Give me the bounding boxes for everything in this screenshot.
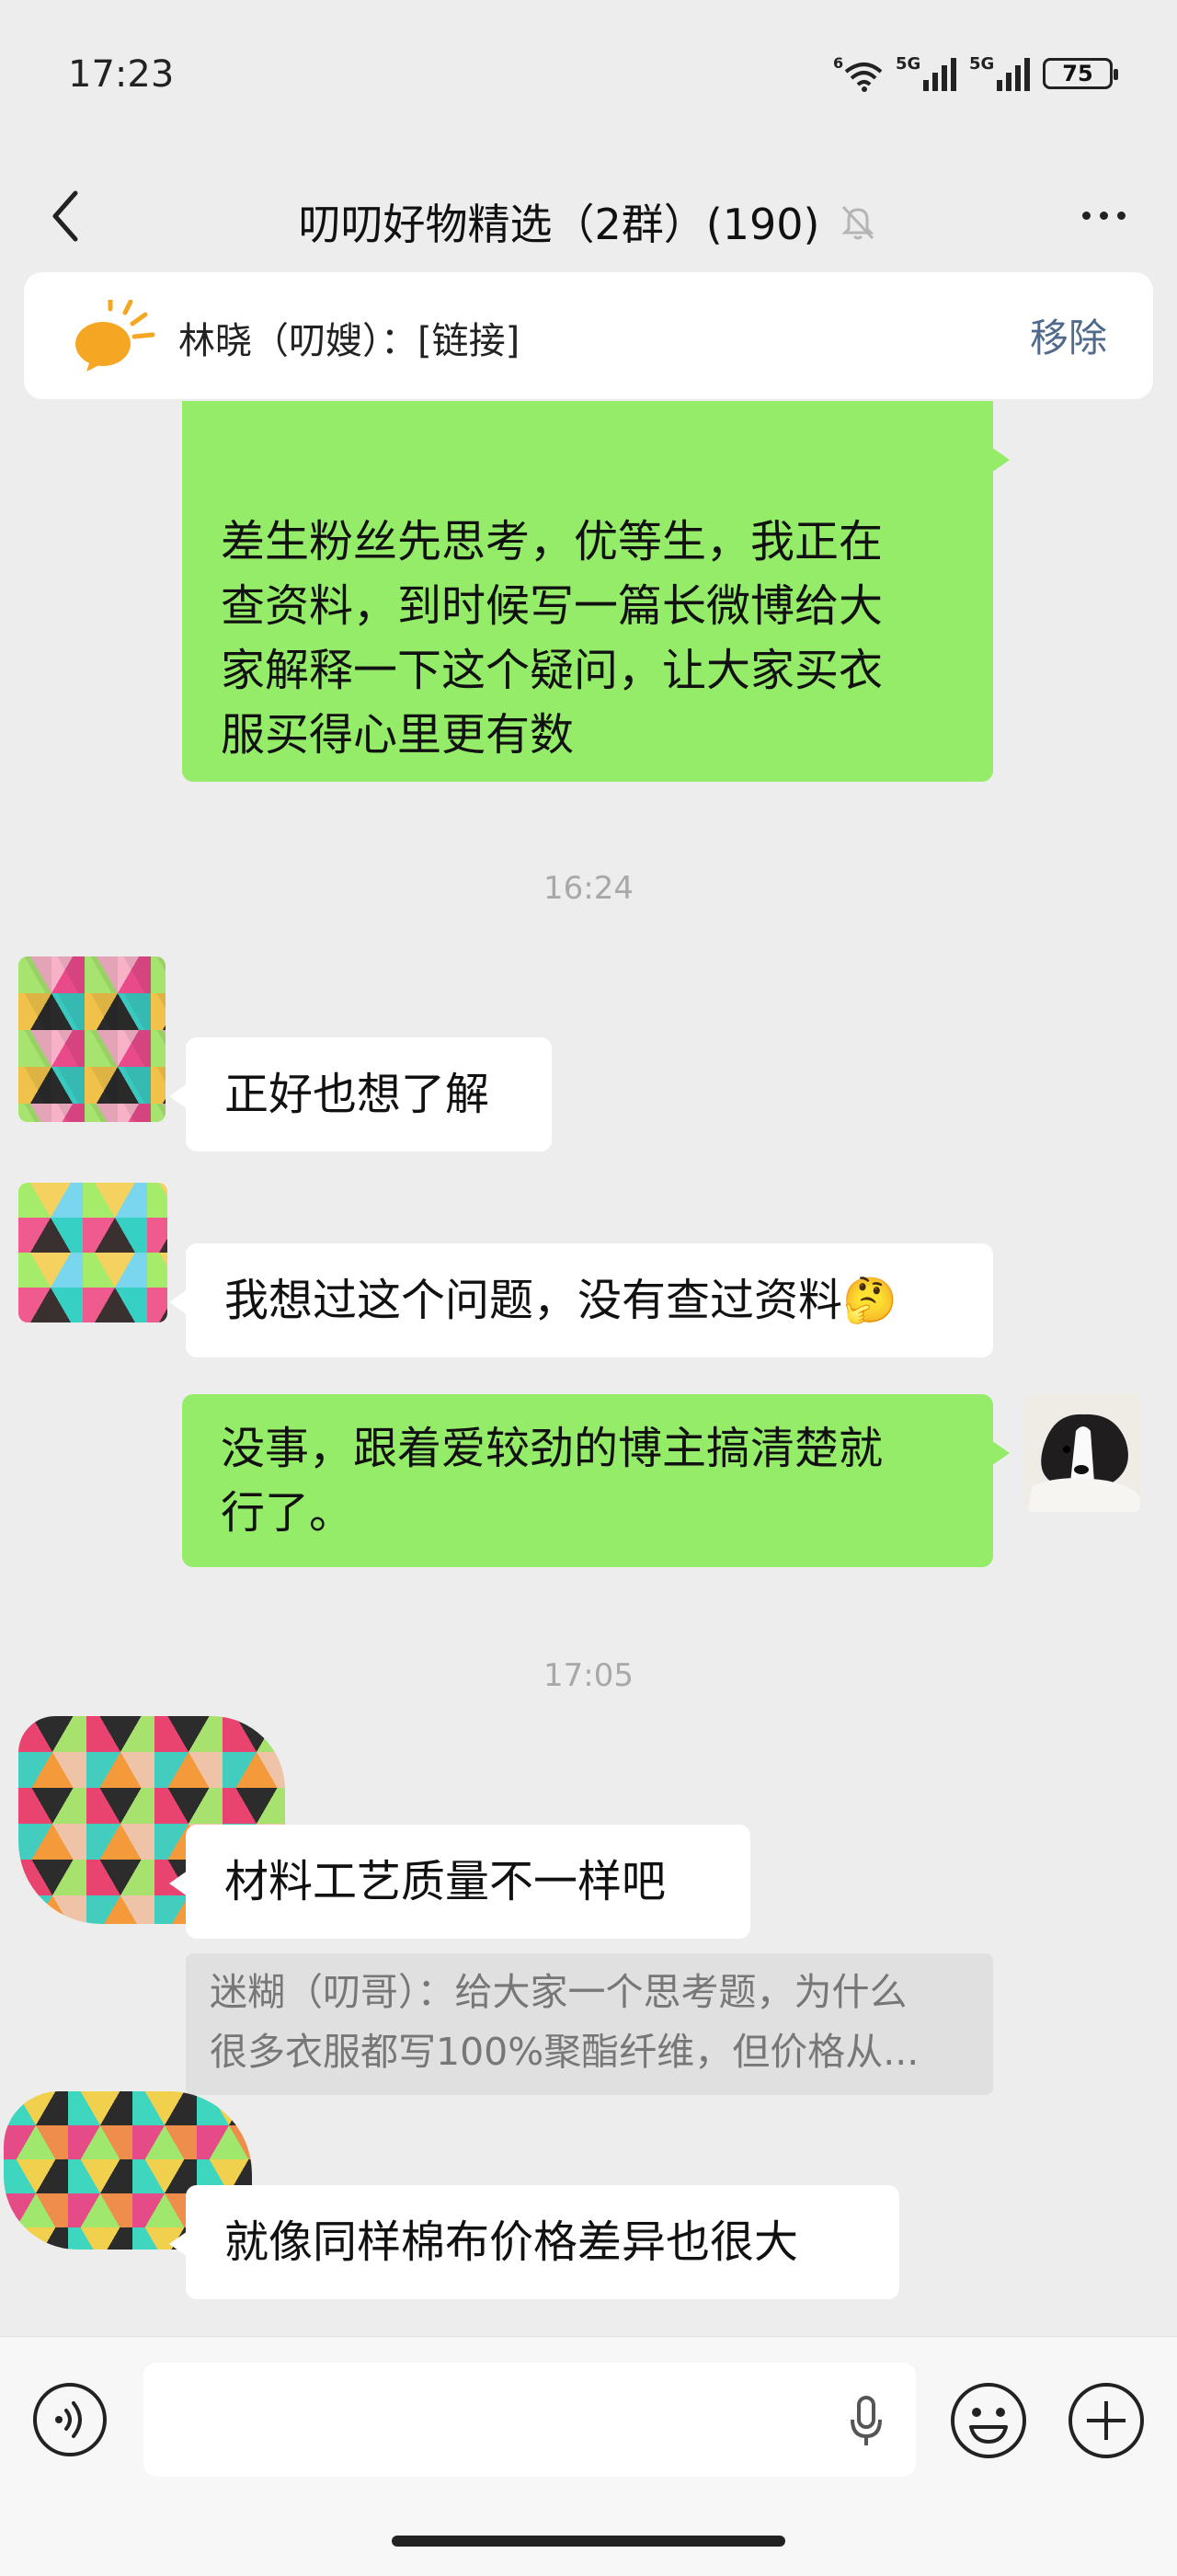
message-text: 就像同样棉布价格差异也很大: [224, 2216, 799, 2268]
message-text: 差生粉丝先思考，优等生，我正在 查资料，到时候写一篇长微博给大 家解释一下这个疑…: [221, 516, 884, 761]
message-bubble-mine[interactable]: 没事，跟着爱较劲的博主搞清楚就 行了。: [182, 1394, 1010, 1567]
chat-header: 叨叨好物精选（2群）(190): [0, 156, 1177, 276]
remove-pinned-button[interactable]: 移除: [1030, 307, 1107, 363]
signal-sim2-icon: 5G: [969, 54, 1030, 91]
home-indicator: [392, 2536, 785, 2547]
chat-title-wrapper: 叨叨好物精选（2群）(190): [0, 191, 1177, 252]
message-text: 正好也想了解: [224, 1069, 490, 1120]
message-bubble-other[interactable]: 材料工艺质量不一样吧: [169, 1825, 750, 1939]
message-bubble-other[interactable]: 我想过这个问题，没有查过资料🤔: [169, 1243, 993, 1357]
quoted-message[interactable]: 迷糊（叨哥）：给大家一个思考题，为什么 很多衣服都写100%聚酯纤维，但价格从.…: [186, 1953, 993, 2095]
status-time: 17:23: [68, 53, 175, 96]
status-icons: 6 5G 5G 75: [833, 53, 1118, 94]
quote-line: 迷糊（叨哥）：给大家一个思考题，为什么: [210, 1970, 908, 2014]
chat-title: 叨叨好物精选（2群）(190): [298, 200, 820, 249]
status-bar: 17:23 6 5G 5G 75: [0, 0, 1177, 156]
message-bubble-other[interactable]: 正好也想了解: [169, 1037, 552, 1151]
emoji-icon[interactable]: [949, 2381, 1028, 2460]
speaker-icon: [75, 300, 155, 372]
svg-text:6: 6: [833, 55, 843, 72]
pinned-message-banner[interactable]: 林晓（叨嫂）：[链接] 移除: [24, 272, 1153, 399]
voice-icon[interactable]: [31, 2381, 109, 2458]
message-input[interactable]: [143, 2363, 916, 2477]
my-avatar[interactable]: [1024, 1394, 1142, 1512]
message-bubble-mine[interactable]: 差生粉丝先思考，优等生，我正在 查资料，到时候写一篇长微博给大 家解释一下这个疑…: [182, 401, 1010, 782]
message-text: 我想过这个问题，没有查过资料🤔: [224, 1275, 897, 1326]
timestamp: 16:24: [543, 870, 634, 907]
bell-off-icon: [841, 205, 875, 240]
pinned-message-text: 林晓（叨嫂）：[链接]: [178, 320, 520, 362]
battery-icon: 75: [1043, 58, 1118, 89]
quote-line: 很多衣服都写100%聚酯纤维，但价格从...: [210, 2030, 920, 2074]
message-bubble-other[interactable]: 就像同样棉布价格差异也很大: [169, 2185, 899, 2299]
avatar[interactable]: [18, 956, 166, 1122]
mic-icon[interactable]: [848, 2394, 885, 2449]
wifi-icon: 6: [833, 55, 883, 92]
timestamp: 17:05: [543, 1657, 634, 1694]
signal-sim1-icon: 5G: [896, 54, 956, 91]
more-options-button[interactable]: [1067, 178, 1140, 252]
message-text: 材料工艺质量不一样吧: [224, 1856, 667, 1907]
avatar[interactable]: [18, 1183, 167, 1322]
dog-avatar-image: [1024, 1394, 1142, 1512]
plus-icon[interactable]: [1067, 2381, 1146, 2460]
message-text: 没事，跟着爱较劲的博主搞清楚就 行了。: [221, 1423, 884, 1539]
chat-input-bar: [0, 2336, 1177, 2576]
